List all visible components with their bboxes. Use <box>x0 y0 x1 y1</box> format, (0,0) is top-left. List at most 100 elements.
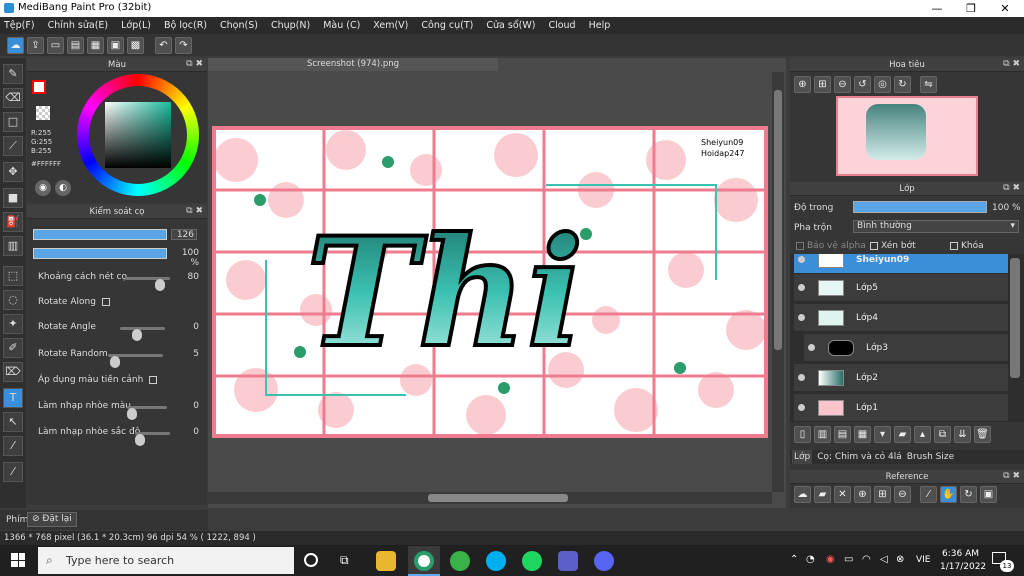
visibility-icon[interactable] <box>798 284 805 291</box>
close-button[interactable]: ✕ <box>988 0 1022 17</box>
text-tool-icon[interactable]: T <box>3 388 23 408</box>
navigator-close-icon[interactable]: ⧉ ✖ <box>1003 59 1020 69</box>
blend-mode-select[interactable]: Bình thường ▾ <box>853 220 1019 233</box>
select-rect-tool-icon[interactable]: ⬚ <box>3 266 23 286</box>
layer-opacity-slider[interactable] <box>853 201 987 213</box>
tab-brush[interactable]: Cọ: Chim và cỏ 4lá <box>817 450 902 464</box>
blur-color-slider[interactable] <box>127 406 167 420</box>
eyedropper-tool-icon[interactable]: ⁄ <box>3 436 23 456</box>
new-halftone-layer-icon[interactable]: ▥ <box>814 426 831 443</box>
open-folder-icon[interactable]: ▰ <box>814 486 831 503</box>
maximize-button[interactable]: ❐ <box>954 0 988 17</box>
rotate-random-slider[interactable] <box>108 354 163 368</box>
artboard[interactable]: Thi Sheiyun09 Hoidap247 <box>212 126 768 438</box>
layer-row[interactable]: Lớp5 <box>794 274 1008 302</box>
discord-icon[interactable] <box>594 551 614 571</box>
minimize-button[interactable]: — <box>920 0 954 17</box>
ref-zoom-out-icon[interactable]: ⊖ <box>894 486 911 503</box>
zoom-out-icon[interactable]: ⊖ <box>834 76 851 93</box>
blur-color-knob[interactable] <box>127 408 137 420</box>
blur-tone-knob[interactable] <box>135 434 145 446</box>
menu-layer[interactable]: Lớp(L) <box>121 20 151 31</box>
merge-layer-icon[interactable]: ⇊ <box>954 426 971 443</box>
app-icon-1[interactable] <box>450 551 470 571</box>
rotate-angle-slider[interactable] <box>120 327 165 341</box>
navigator-preview[interactable] <box>836 96 978 176</box>
menu-tools[interactable]: Công cụ(T) <box>421 20 473 31</box>
reference-close-icon[interactable]: ⧉ ✖ <box>1003 471 1020 481</box>
shortcut-tab[interactable]: Phím <box>6 515 28 525</box>
ref-zoom-in-icon[interactable]: ⊕ <box>854 486 871 503</box>
palette-icon[interactable]: ◉ <box>35 180 51 196</box>
rotate-left-icon[interactable]: ↺ <box>854 76 871 93</box>
clipping-option[interactable]: Xén bớt <box>870 241 916 251</box>
vertical-scroll-thumb[interactable] <box>774 90 782 350</box>
menu-select[interactable]: Chọn(S) <box>220 20 258 31</box>
blur-tone-slider[interactable] <box>135 432 170 446</box>
gradient-tool-icon[interactable]: ▥ <box>3 236 23 256</box>
apply-foreground-checkbox[interactable] <box>149 375 158 384</box>
tray-close-icon[interactable]: ⊗ <box>896 554 904 565</box>
vertical-scrollbar[interactable] <box>772 72 784 492</box>
layer-row[interactable]: Lớp1 <box>794 394 1008 422</box>
ref-rotate-icon[interactable]: ↻ <box>960 486 977 503</box>
lock-checkbox[interactable] <box>950 241 958 250</box>
menu-color[interactable]: Màu (C) <box>323 20 360 31</box>
menu-filter[interactable]: Bộ lọc(R) <box>164 20 207 31</box>
hue-wheel[interactable] <box>77 74 199 196</box>
background-color-swatch[interactable] <box>36 106 50 120</box>
foreground-color-swatch[interactable] <box>32 80 46 94</box>
rectangle-tool-icon[interactable]: □ <box>3 112 23 132</box>
layer-row[interactable]: Lớp4 <box>794 304 1008 332</box>
visibility-icon[interactable] <box>798 374 805 381</box>
clipping-checkbox[interactable] <box>870 241 878 250</box>
menu-file[interactable]: Tệp(F) <box>4 20 35 31</box>
reset-button[interactable]: ⊘ Đặt lại <box>27 512 77 527</box>
tray-app-icon[interactable]: ◔ <box>806 554 815 565</box>
move-tool-icon[interactable]: ✥ <box>3 162 23 182</box>
magic-wand-tool-icon[interactable]: ✦ <box>3 314 23 334</box>
teams-icon[interactable] <box>558 551 578 571</box>
protect-alpha-checkbox[interactable] <box>796 241 804 250</box>
clock-time[interactable]: 6:36 AM <box>942 549 979 559</box>
share-icon[interactable]: ⇪ <box>27 36 44 54</box>
page-icon[interactable]: ▦ <box>87 36 104 54</box>
brush-size-value[interactable]: 126 <box>171 229 197 240</box>
menu-view[interactable]: Xem(V) <box>373 20 408 31</box>
eraser-tool-icon[interactable]: ⌫ <box>3 88 23 108</box>
visibility-icon[interactable] <box>798 404 805 411</box>
pen-tool-icon[interactable]: ⟋ <box>3 136 23 156</box>
tab-layers[interactable]: Lớp <box>792 450 813 464</box>
undo-icon[interactable]: ↶ <box>155 36 172 54</box>
grid-icon[interactable]: ▩ <box>127 36 144 54</box>
volume-icon[interactable]: ◁ <box>880 554 888 565</box>
tab-brush-size[interactable]: Brush Size <box>907 450 954 464</box>
cloud-icon[interactable]: ☁ <box>7 36 24 54</box>
delete-layer-icon[interactable]: 🗑 <box>974 426 991 443</box>
layer-row[interactable]: Lớp3 <box>804 334 1008 362</box>
panel-close-icon[interactable]: ⧉ ✖ <box>186 59 203 69</box>
menu-help[interactable]: Help <box>589 20 611 31</box>
new-layer-icon[interactable]: ▯ <box>794 426 811 443</box>
select-pen-tool-icon[interactable]: ✐ <box>3 338 23 358</box>
brush-panel-close-icon[interactable]: ⧉ ✖ <box>186 206 203 216</box>
task-view-icon[interactable]: ⧉ <box>340 553 349 568</box>
network-icon[interactable]: ▭ <box>844 554 853 565</box>
menu-cloud[interactable]: Cloud <box>548 20 575 31</box>
protect-alpha-option[interactable]: Bảo vệ alpha <box>796 241 866 251</box>
layer-add-menu-icon[interactable]: ▾ <box>874 426 891 443</box>
brush-opacity-slider[interactable] <box>33 248 167 259</box>
visibility-icon[interactable] <box>798 256 805 263</box>
chat-icon[interactable]: ▤ <box>67 36 84 54</box>
medibang-taskbar-button[interactable] <box>408 546 440 576</box>
wifi-icon[interactable]: ◠ <box>862 554 871 565</box>
ref-zoom-fit-icon[interactable]: ⊞ <box>874 486 891 503</box>
cortana-icon[interactable] <box>304 553 318 567</box>
close-reference-icon[interactable]: ✕ <box>834 486 851 503</box>
file-explorer-icon[interactable] <box>376 551 396 571</box>
tray-chevron-icon[interactable]: ⌃ <box>790 554 798 565</box>
layers-close-icon[interactable]: ⧉ ✖ <box>1003 183 1020 193</box>
layer-row[interactable]: Lớp2 <box>794 364 1008 392</box>
brush-opacity-value[interactable]: 100 % <box>171 248 199 268</box>
cloud-upload-icon[interactable]: ☁ <box>794 486 811 503</box>
